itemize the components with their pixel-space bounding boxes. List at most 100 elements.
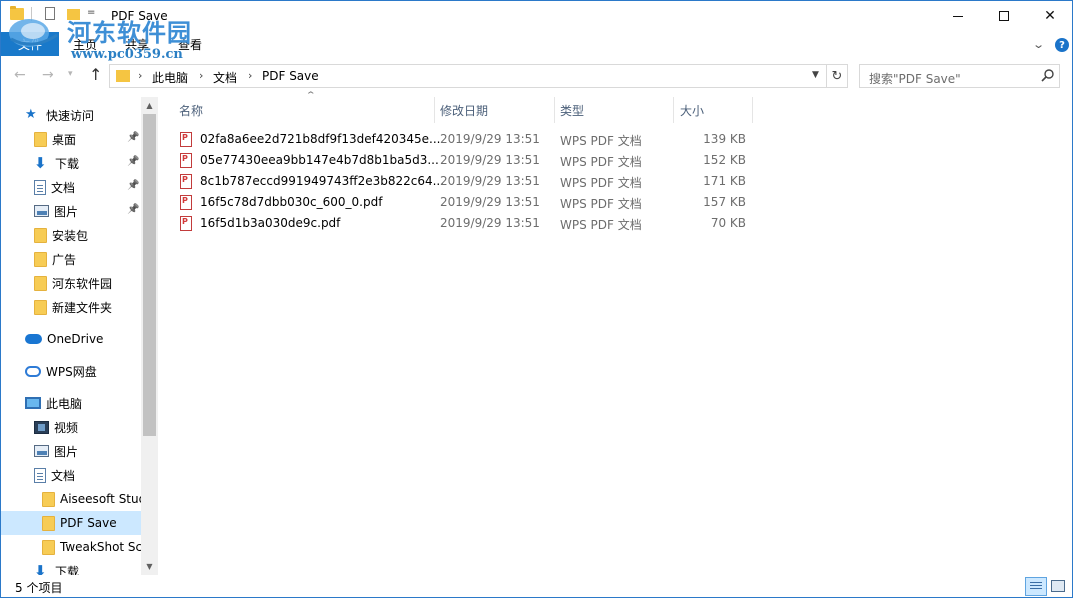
file-name: 02fa8a6ee2d721b8df9f13def420345e... xyxy=(200,132,441,146)
column-divider[interactable] xyxy=(673,97,674,123)
address-bar[interactable]: › 此电脑 › 文档 › PDF Save ▼ xyxy=(109,64,827,88)
folder-icon xyxy=(116,70,130,82)
sidebar-item-label: 文档 xyxy=(51,468,76,483)
table-row[interactable]: 16f5c78d7dbb030c_600_0.pdf 2019/9/29 13:5… xyxy=(171,192,751,213)
watermark-name: 河东软件园 xyxy=(67,18,192,47)
sidebar-item[interactable]: 河东软件园 xyxy=(1,271,142,295)
address-row: ← → ▾ ↑ › 此电脑 › 文档 › PDF Save ▼ ↻ 搜索"PDF… xyxy=(1,63,1072,89)
column-header-size[interactable]: 大小 xyxy=(680,97,752,123)
pin-icon: 📌 xyxy=(127,156,140,167)
column-divider[interactable] xyxy=(752,97,753,123)
sidebar-item[interactable]: OneDrive xyxy=(1,327,142,351)
column-divider[interactable] xyxy=(434,97,435,123)
sidebar-item[interactable]: 图片 xyxy=(1,439,142,463)
search-icon[interactable] xyxy=(1040,68,1056,84)
sidebar-item-label: 此电脑 xyxy=(46,396,83,411)
sidebar-item[interactable]: 广告 xyxy=(1,247,142,271)
search-box[interactable]: 搜索"PDF Save" xyxy=(859,64,1060,88)
sort-ascending-icon: ⌃ xyxy=(305,91,317,101)
file-date: 2019/9/29 13:51 xyxy=(440,216,540,230)
pin-icon: 📌 xyxy=(127,180,140,191)
sidebar-item[interactable]: Aiseesoft Studio xyxy=(1,487,142,511)
table-row[interactable]: 16f5d1b3a030de9c.pdf 2019/9/29 13:51 WPS P… xyxy=(171,213,751,234)
breadcrumb-pdf-save[interactable]: PDF Save xyxy=(262,69,319,83)
watermark-url: www.pc0359.cn xyxy=(71,47,183,62)
pdf-file-icon xyxy=(180,132,192,147)
pdf-file-icon xyxy=(180,153,192,168)
refresh-icon: ↻ xyxy=(831,68,843,84)
column-header-type[interactable]: 类型 xyxy=(560,97,673,123)
folder-icon xyxy=(34,275,47,291)
forward-arrow-icon[interactable]: → xyxy=(42,67,54,83)
sidebar-item[interactable]: 文档 📌 xyxy=(1,175,142,199)
sidebar-item-label: 图片 xyxy=(54,444,79,459)
folder-icon xyxy=(34,131,47,147)
sidebar-item[interactable]: ★ 快速访问 xyxy=(1,103,142,127)
breadcrumb-chevron-icon[interactable]: › xyxy=(248,69,252,82)
refresh-button[interactable]: ↻ xyxy=(827,64,848,88)
file-type: WPS PDF 文档 xyxy=(560,155,642,169)
picture-icon xyxy=(34,445,49,457)
sidebar-item[interactable]: 文档 xyxy=(1,463,142,487)
address-dropdown-chevron-icon[interactable]: ▼ xyxy=(812,70,819,80)
download-icon: ⬇ xyxy=(34,154,47,172)
file-type: WPS PDF 文档 xyxy=(560,197,642,211)
folder-icon xyxy=(42,491,55,507)
file-size: 70 KB xyxy=(710,216,746,230)
sidebar-item[interactable]: 安装包 xyxy=(1,223,142,247)
details-view-icon[interactable] xyxy=(1025,577,1047,596)
breadcrumb-chevron-icon[interactable]: › xyxy=(138,69,142,82)
sidebar-item-label: 下载 xyxy=(55,564,80,576)
breadcrumb-documents[interactable]: 文档 xyxy=(213,69,237,86)
file-type: WPS PDF 文档 xyxy=(560,134,642,148)
minimize-button[interactable] xyxy=(935,1,981,31)
sidebar-item-label: OneDrive xyxy=(47,332,104,346)
pdf-file-icon xyxy=(180,195,192,210)
up-arrow-icon[interactable]: ↑ xyxy=(89,65,102,84)
file-name: 8c1b787eccd991949743ff2e3b822c64... xyxy=(200,174,445,188)
sidebar-item[interactable]: 新建文件夹 xyxy=(1,295,142,319)
scroll-up-arrow-icon[interactable]: ▲ xyxy=(141,97,158,114)
sidebar-item[interactable]: ⬇ 下载 📌 xyxy=(1,151,142,175)
sidebar-item[interactable]: 此电脑 xyxy=(1,391,142,415)
column-header-date[interactable]: 修改日期 xyxy=(440,97,554,123)
file-date: 2019/9/29 13:51 xyxy=(440,195,540,209)
navigation-scrollbar[interactable]: ▲ ▼ xyxy=(141,97,158,575)
sidebar-item[interactable]: ⬇ 下载 xyxy=(1,559,142,575)
sidebar-item[interactable]: 视频 xyxy=(1,415,142,439)
sidebar-item-label: PDF Save xyxy=(60,516,117,530)
search-input[interactable]: 搜索"PDF Save" xyxy=(869,70,961,87)
scroll-thumb[interactable] xyxy=(143,114,156,436)
recent-locations-chevron-icon[interactable]: ▾ xyxy=(68,69,73,79)
large-icons-view-icon[interactable] xyxy=(1049,578,1067,594)
column-header-name[interactable]: 名称 ⌃ xyxy=(179,91,434,123)
breadcrumb-this-pc[interactable]: 此电脑 xyxy=(152,69,188,86)
video-icon xyxy=(34,420,49,434)
sidebar-item[interactable]: WPS网盘 xyxy=(1,359,142,383)
file-date: 2019/9/29 13:51 xyxy=(440,174,540,188)
sidebar-item[interactable]: TweakShot Screen xyxy=(1,535,142,559)
close-icon: ✕ xyxy=(1044,8,1056,24)
sidebar-item-label: 广告 xyxy=(52,252,77,267)
onedrive-icon xyxy=(25,334,42,344)
close-button[interactable]: ✕ xyxy=(1027,1,1072,31)
table-row[interactable]: 02fa8a6ee2d721b8df9f13def420345e...2019/… xyxy=(171,129,751,150)
cloud-icon xyxy=(25,365,41,377)
file-type: WPS PDF 文档 xyxy=(560,218,642,232)
sidebar-item[interactable]: 桌面 📌 xyxy=(1,127,142,151)
sidebar-item[interactable]: PDF Save xyxy=(1,511,142,535)
back-arrow-icon[interactable]: ← xyxy=(14,67,26,83)
breadcrumb-chevron-icon[interactable]: › xyxy=(199,69,203,82)
table-row[interactable]: 8c1b787eccd991949743ff2e3b822c64...2019/… xyxy=(171,171,751,192)
expand-ribbon-chevron-icon[interactable]: ⌄ xyxy=(1032,38,1045,51)
folder-icon xyxy=(34,299,47,315)
minimize-icon xyxy=(953,15,963,17)
maximize-button[interactable] xyxy=(981,1,1027,31)
help-icon[interactable]: ? xyxy=(1055,38,1069,52)
column-divider[interactable] xyxy=(554,97,555,123)
sidebar-item[interactable]: 图片 📌 xyxy=(1,199,142,223)
scroll-down-arrow-icon[interactable]: ▼ xyxy=(141,558,158,575)
table-row[interactable]: 05e77430eea9bb147e4b7d8b1ba5d3...2019/9/… xyxy=(171,150,751,171)
maximize-icon xyxy=(999,11,1009,21)
explorer-window: = PDF Save ✕ 文件 主页 共享 查看 ⌄ ? 河东软件园 www.p… xyxy=(0,0,1073,598)
